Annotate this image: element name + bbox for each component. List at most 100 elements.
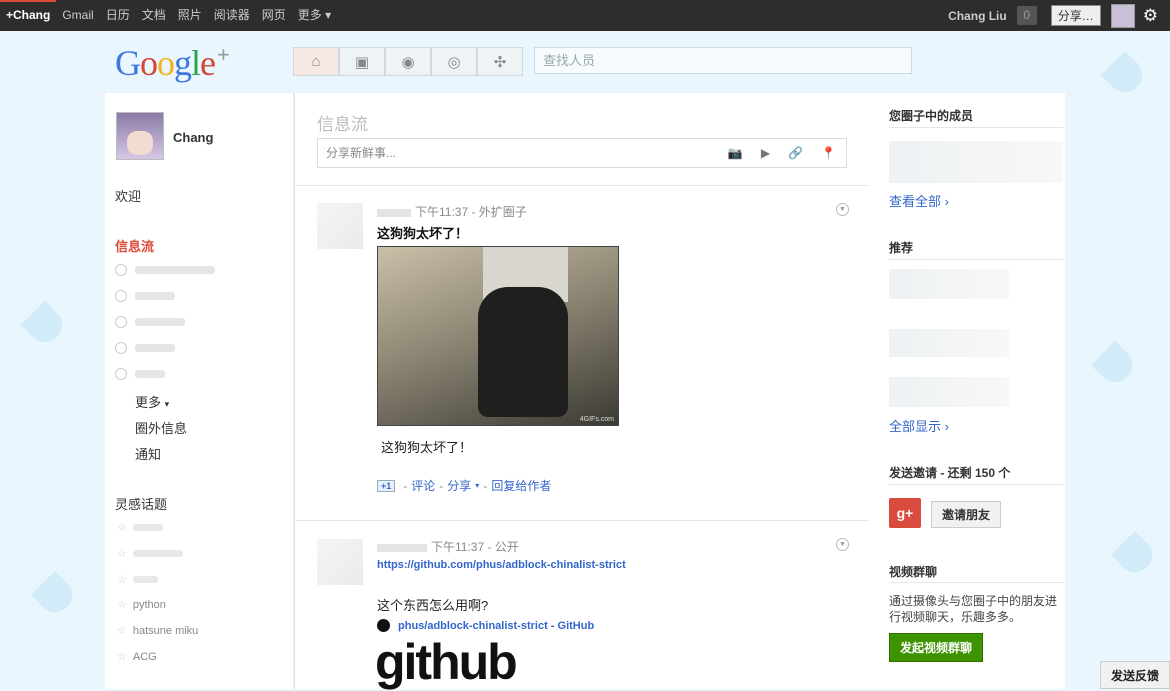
gear-icon[interactable]: ⚙ <box>1143 6 1158 26</box>
star-icon: ☆ <box>117 522 127 534</box>
nav-more[interactable]: 更多 ▾ <box>292 0 337 31</box>
sidebar-circle-item[interactable] <box>115 342 175 354</box>
share-placeholder: 分享新鲜事... <box>326 146 397 160</box>
top-navigation-bar: +Chang Gmail 日历 文档 照片 阅读器 网页 更多 ▾ Chang … <box>0 0 1170 31</box>
circles-icon[interactable]: ◎ <box>431 47 477 76</box>
topic-item[interactable]: ☆ <box>117 573 158 586</box>
games-icon[interactable]: ✣ <box>477 47 523 76</box>
sidebar-item-welcome[interactable]: 欢迎 <box>115 186 141 205</box>
topic-item[interactable]: ☆ ACG <box>117 650 157 664</box>
circle-icon <box>115 368 127 380</box>
chevron-down-icon[interactable]: ▼ <box>836 203 849 216</box>
show-all-link[interactable]: 全部显示 › <box>889 416 949 435</box>
sidebar-item-notifications[interactable]: 通知 <box>135 444 161 463</box>
google-plus-logo[interactable]: Google+ <box>115 42 230 84</box>
post-timestamp[interactable]: 下午11:37 - 公开 <box>431 540 519 554</box>
circle-icon <box>115 290 127 302</box>
profile-icon[interactable]: ◉ <box>385 47 431 76</box>
account-avatar[interactable] <box>1110 3 1135 28</box>
sidebar-item-more[interactable]: 更多 ▾ <box>135 392 169 411</box>
send-feedback-button[interactable]: 发送反馈 <box>1100 661 1170 689</box>
profile-avatar[interactable] <box>116 112 164 160</box>
sidebar-item-stream[interactable]: 信息流 <box>115 236 154 255</box>
post-timestamp[interactable]: 下午11:37 - 外扩圈子 <box>415 205 527 219</box>
gplus-invite-icon: g+ <box>889 498 921 528</box>
sidebar-circle-item[interactable] <box>115 264 215 276</box>
post-author-avatar[interactable] <box>317 539 363 585</box>
location-icon[interactable]: 📍 <box>821 139 836 167</box>
stream-heading: 信息流 <box>317 115 368 134</box>
post-author-avatar[interactable] <box>317 203 363 249</box>
star-icon: ☆ <box>117 599 127 611</box>
blurred-suggestion[interactable] <box>889 329 1009 357</box>
right-sidebar: 您圈子中的成员 查看全部 › 推荐 全部显示 › 发送邀请 - 还剩 150 个… <box>869 93 1065 689</box>
github-link[interactable]: phus/adblock-chinalist-strict - GitHub <box>377 619 594 632</box>
topic-item[interactable]: ☆ <box>117 521 163 534</box>
topic-item[interactable]: ☆ python <box>117 598 166 612</box>
nav-gmail[interactable]: Gmail <box>56 0 99 31</box>
background-decoration <box>1090 40 1160 110</box>
blurred-suggestion[interactable] <box>889 377 1009 407</box>
home-icon[interactable]: ⌂ <box>293 47 339 76</box>
camera-icon[interactable]: 📷 <box>728 139 743 167</box>
sidebar-circle-item[interactable] <box>115 316 185 328</box>
video-icon[interactable]: ▶ <box>761 139 770 167</box>
divider <box>295 185 869 186</box>
reply-link[interactable]: 回复给作者 <box>491 477 551 494</box>
share-caret[interactable]: ▾ <box>475 481 479 490</box>
background-decoration <box>1100 520 1170 590</box>
divider <box>889 582 1063 583</box>
post-text: 这个东西怎么用啊? <box>377 598 489 613</box>
circles-title: 您圈子中的成员 <box>889 109 974 123</box>
background-decoration <box>10 290 80 360</box>
github-logo[interactable]: github <box>375 633 518 691</box>
divider <box>889 259 1063 260</box>
photos-icon[interactable]: ▣ <box>339 47 385 76</box>
nav-web[interactable]: 网页 <box>256 0 292 31</box>
nav-calendar[interactable]: 日历 <box>100 0 136 31</box>
notification-count[interactable]: 0 <box>1016 6 1037 25</box>
start-hangout-button[interactable]: 发起视频群聊 <box>889 633 984 662</box>
sidebar-item-incoming[interactable]: 圈外信息 <box>135 418 187 437</box>
invite-title: 发送邀请 - 还剩 150 个 <box>889 466 1011 480</box>
comment-link[interactable]: 评论 <box>411 477 435 494</box>
plus-one-button[interactable]: +1 <box>377 479 396 492</box>
link-icon[interactable]: 🔗 <box>788 139 803 167</box>
hangout-description: 通过摄像头与您圈子中的朋友进行视频聊天，乐趣多多。 <box>889 594 1058 624</box>
circle-blurred-label <box>135 266 215 274</box>
topic-item[interactable]: ☆ hatsune miku <box>117 624 198 638</box>
account-name[interactable]: Chang Liu <box>948 9 1007 23</box>
nav-reader[interactable]: 阅读器 <box>208 0 256 31</box>
topic-item[interactable]: ☆ <box>117 547 183 560</box>
background-decoration <box>1080 330 1150 400</box>
nav-docs[interactable]: 文档 <box>136 0 172 31</box>
stream-column: 信息流 分享新鲜事... 📷 ▶ 🔗 📍 下午11:37 - 外扩圈子 ▼ 这狗… <box>294 93 870 691</box>
sidebar-circle-item[interactable] <box>115 290 175 302</box>
post-link[interactable]: https://github.com/phus/adblock-chinalis… <box>377 559 626 571</box>
github-link-label: phus/adblock-chinalist-strict - GitHub <box>398 619 595 632</box>
star-icon: ☆ <box>117 548 127 560</box>
more-caret: ▾ <box>164 399 170 409</box>
circle-icon <box>115 264 127 276</box>
nav-photos[interactable]: 照片 <box>172 0 208 31</box>
sidebar-circle-item[interactable] <box>115 368 165 380</box>
search-input[interactable]: 查找人员 <box>534 47 912 74</box>
post-image[interactable]: 4GIFs.com <box>377 246 619 426</box>
invite-friends-button[interactable]: 邀请朋友 <box>931 501 1002 528</box>
image-watermark: 4GIFs.com <box>579 416 614 423</box>
topic-blurred-label <box>132 524 163 531</box>
profile-name[interactable]: Chang <box>173 130 213 145</box>
circle-blurred-label <box>135 344 175 352</box>
chevron-down-icon[interactable]: ▼ <box>836 538 849 551</box>
divider <box>889 484 1063 485</box>
topic-label: python <box>132 598 166 611</box>
blurred-suggestion[interactable] <box>889 269 1009 299</box>
share-link[interactable]: 分享 <box>447 477 471 494</box>
post-text: 这狗狗太坏了！ <box>381 440 473 455</box>
topic-blurred-label <box>132 576 158 583</box>
nav-plus-chang[interactable]: +Chang <box>0 0 57 31</box>
share-input[interactable]: 分享新鲜事... 📷 ▶ 🔗 📍 <box>317 138 847 168</box>
share-button[interactable]: 分享… <box>1050 5 1101 26</box>
view-all-link[interactable]: 查看全部 › <box>889 191 949 210</box>
topics-title: 灵感话题 <box>115 497 168 512</box>
